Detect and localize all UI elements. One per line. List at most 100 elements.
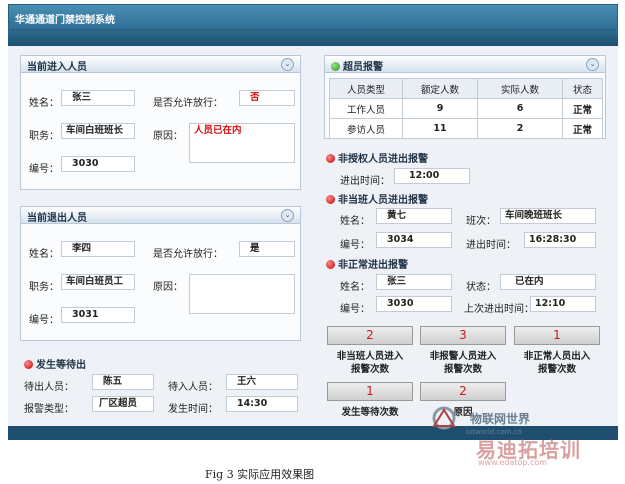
- collapse-icon[interactable]: ⌄: [586, 58, 599, 71]
- offshift-shift-label: 班次：: [466, 216, 496, 227]
- offshift-count-label: 非当班人员进入 报警次数: [320, 350, 420, 376]
- current-in-job-field: 车间白班班长: [61, 123, 135, 139]
- current-out-job-field: 车间白班员工: [61, 274, 135, 290]
- table-cell: 6: [477, 98, 563, 119]
- offshift-id-field: 3034: [376, 232, 452, 248]
- wait-count-display: 1: [327, 382, 413, 401]
- alert-dot-icon: [326, 195, 335, 204]
- name-label: 姓名：: [29, 249, 59, 260]
- table-cell: 参访人员: [329, 118, 403, 139]
- wait-count-label: 发生等待次数: [341, 407, 399, 418]
- table-row: 参访人员 11 2 正常: [329, 118, 603, 139]
- unauth-time-field: 12:00: [394, 168, 470, 184]
- current-in-panel-header: 当前进入人员 ⌄: [21, 56, 300, 73]
- offshift-name-label: 姓名：: [340, 216, 370, 227]
- table-row: 工作人员 9 6 正常: [329, 98, 603, 119]
- job-label: 职务：: [29, 131, 59, 142]
- abnormal-name-field: 张三: [376, 274, 452, 290]
- current-in-allow-field: 否: [239, 90, 295, 106]
- collapse-icon[interactable]: ⌄: [281, 58, 294, 71]
- waiting-out-label: 待出人员：: [24, 382, 74, 393]
- table-cell: 11: [402, 118, 478, 139]
- counter-label-line: 非当班人员进入: [336, 351, 404, 362]
- occur-time-field: 14:30: [226, 396, 298, 412]
- abnormal-title: 非正常进出报警: [338, 260, 408, 271]
- abnormal-last-label: 上次进出时间：: [464, 304, 534, 315]
- alarm-type-field: 厂区超员: [92, 396, 154, 412]
- figure-caption: Fig 3 实际应用效果图: [205, 468, 315, 481]
- window-title-bar: 华通通道门禁控制系统: [8, 4, 618, 30]
- abnormal-last-field: 12:10: [530, 296, 596, 312]
- current-out-id-field: 3031: [61, 307, 135, 323]
- offshift-shift-field: 车间晚班班长: [500, 208, 596, 224]
- collapse-icon[interactable]: ⌄: [281, 209, 294, 222]
- col-header: 状态: [562, 78, 603, 99]
- abnormal-state-label: 状态：: [466, 282, 496, 293]
- unauth-section-header: 非授权人员进出报警: [326, 150, 428, 165]
- counter-label-line: 报警次数: [350, 364, 389, 375]
- alert-dot-icon: [326, 154, 335, 163]
- abnormal-id-field: 3030: [376, 296, 452, 312]
- col-header: 额定人数: [402, 78, 478, 99]
- abnormal-state-field: 已在内: [500, 274, 596, 290]
- job-label: 职务：: [29, 282, 59, 293]
- nonalarm-count-display: 3: [420, 326, 506, 345]
- counter-label-line: 非报警人员进入: [429, 351, 497, 362]
- offshift-time-label: 进出时间：: [466, 240, 516, 251]
- allow-label: 是否允许放行：: [153, 98, 223, 109]
- over-capacity-header: 超员报警 ⌄: [325, 56, 605, 73]
- id-label: 编号：: [29, 164, 59, 175]
- reason-label: 原因：: [153, 131, 183, 142]
- reason-label: 原因：: [153, 282, 183, 293]
- offshift-name-field: 黄七: [376, 208, 452, 224]
- offshift-id-label: 编号：: [340, 240, 370, 251]
- id-label: 编号：: [29, 315, 59, 326]
- allow-label: 是否允许放行：: [153, 249, 223, 260]
- abnormal-id-label: 编号：: [340, 304, 370, 315]
- abnormal-count-display: 1: [514, 326, 600, 345]
- unauth-title: 非授权人员进出报警: [338, 154, 428, 165]
- over-capacity-title: 超员报警: [343, 62, 383, 73]
- table-cell: 正常: [562, 118, 603, 139]
- watermark-site: www.edatop.com: [478, 458, 548, 467]
- current-in-title: 当前进入人员: [27, 62, 87, 73]
- current-out-panel: 当前退出人员 ⌄ 姓名： 李四 是否允许放行： 是 职务： 车间白班员工 原因：…: [20, 206, 301, 341]
- occur-time-label: 发生时间：: [168, 404, 218, 415]
- table-header-row: 人员类型 额定人数 实际人数 状态: [329, 78, 603, 99]
- window-title: 华通通道门禁控制系统: [15, 15, 115, 26]
- table-cell: 9: [402, 98, 478, 119]
- current-in-reason-field: 人员已在内: [189, 123, 295, 163]
- waiting-in-label: 待入人员：: [168, 382, 218, 393]
- wait-section-header: 发生等待出: [24, 356, 86, 371]
- counter-label-line: 报警次数: [537, 364, 576, 375]
- nonalarm-count-label: 非报警人员进入 报警次数: [413, 350, 513, 376]
- abnormal-name-label: 姓名：: [340, 282, 370, 293]
- current-out-allow-field: 是: [239, 241, 295, 257]
- abnormal-count-label: 非正常人员出入 报警次数: [507, 350, 607, 376]
- abnormal-section-header: 非正常进出报警: [326, 256, 408, 271]
- current-out-panel-header: 当前退出人员 ⌄: [21, 207, 300, 224]
- offshift-time-field: 16:28:30: [524, 232, 596, 248]
- counter-label-line: 报警次数: [443, 364, 482, 375]
- current-in-name-field: 张三: [61, 90, 135, 106]
- alert-dot-icon: [326, 260, 335, 269]
- offshift-title: 非当班人员进出报警: [338, 195, 428, 206]
- reason-count-display: 2: [420, 382, 506, 401]
- waiting-out-field: 陈五: [92, 374, 154, 390]
- current-out-reason-field: [189, 274, 295, 314]
- offshift-count-display: 2: [327, 326, 413, 345]
- current-in-panel: 当前进入人员 ⌄ 姓名： 张三 是否允许放行： 否 职务： 车间白班班长 原因：…: [20, 55, 301, 190]
- counter-label-line: 非正常人员出入: [523, 351, 591, 362]
- col-header: 实际人数: [477, 78, 563, 99]
- current-out-title: 当前退出人员: [27, 213, 87, 224]
- over-capacity-table: 人员类型 额定人数 实际人数 状态 工作人员 9 6 正常 参访人员 11 2 …: [329, 78, 603, 139]
- unauth-time-label: 进出时间：: [340, 176, 390, 187]
- alert-dot-icon: [24, 360, 33, 369]
- status-ok-icon: [331, 62, 340, 71]
- current-in-id-field: 3030: [61, 156, 135, 172]
- col-header: 人员类型: [329, 78, 403, 99]
- alarm-type-label: 报警类型：: [24, 404, 74, 415]
- table-cell: 正常: [562, 98, 603, 119]
- table-cell: 工作人员: [329, 98, 403, 119]
- name-label: 姓名：: [29, 98, 59, 109]
